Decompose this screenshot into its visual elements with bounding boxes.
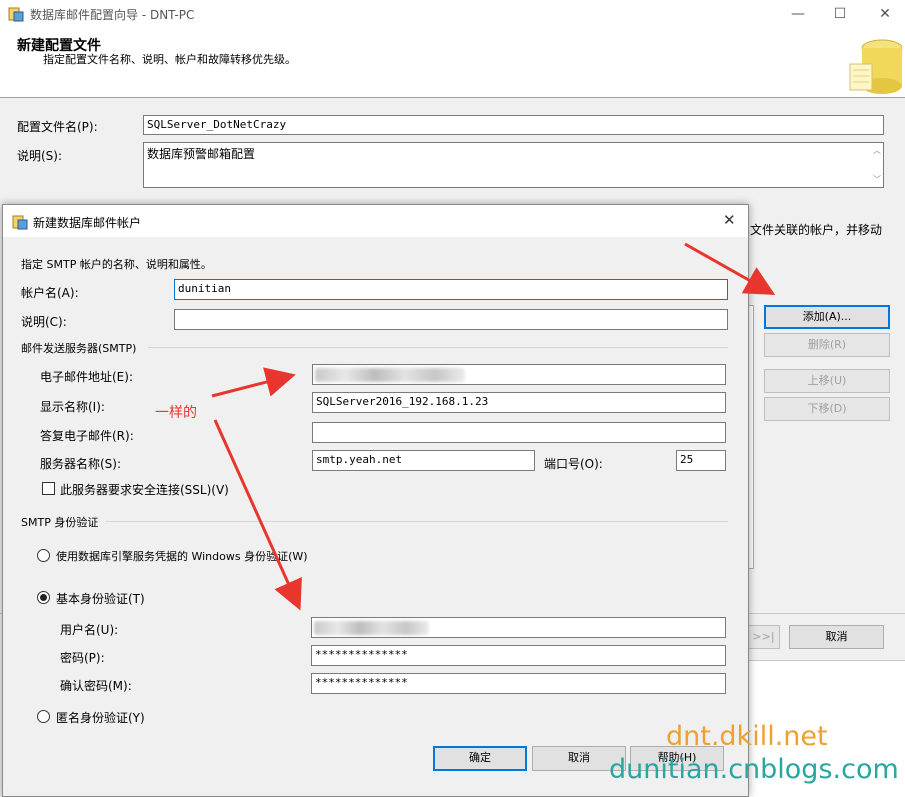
annotation-arrows [211,242,776,611]
watermark-line-1: dnt.dkill.net [666,721,828,752]
arrow-to-add-button [684,242,776,295]
arrow-to-username [213,419,302,611]
arrow-to-email [211,367,296,398]
watermark-line-2: dunitian.cnblogs.com [609,754,899,785]
